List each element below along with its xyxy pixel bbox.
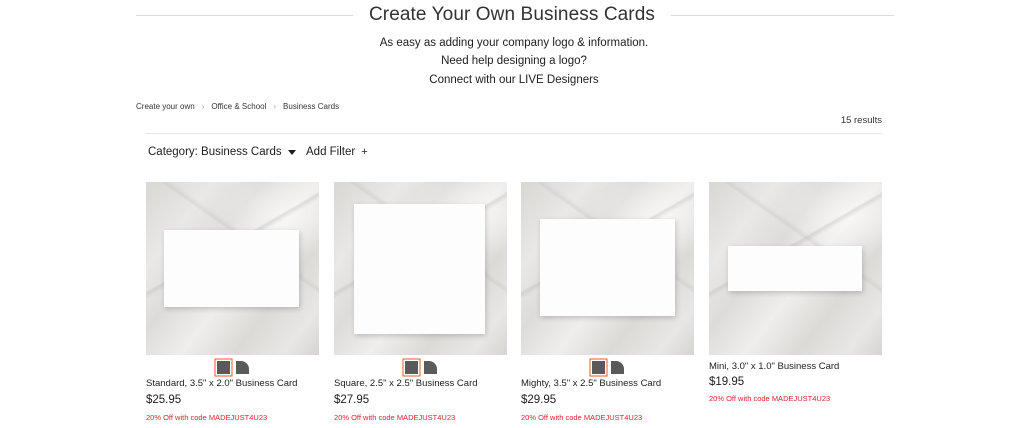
add-filter-button[interactable]: Add Filter +	[306, 146, 368, 158]
shape-swatches	[146, 359, 319, 376]
product-image[interactable]	[146, 182, 319, 355]
plus-icon: +	[361, 146, 368, 158]
page-title-text: Create Your Own Business Cards	[352, 4, 672, 25]
chevron-right-icon: ›	[273, 102, 277, 111]
promo-text: 20% Off with code MADEJUST4U23	[709, 394, 831, 403]
breadcrumb-item-create-your-own[interactable]: Create your own	[136, 102, 195, 111]
card-mockup	[540, 219, 675, 316]
product-price: $29.95	[521, 394, 557, 406]
card-mockup	[728, 246, 862, 291]
chevron-right-icon: ›	[201, 102, 205, 111]
product-price: $25.95	[146, 394, 182, 406]
product-price: $27.95	[334, 394, 370, 406]
product-tile-mighty[interactable]: Mighty, 3.5" x 2.5" Business Card $29.95…	[521, 182, 694, 423]
caret-down-icon	[287, 149, 296, 155]
rectangle-corner-swatch[interactable]	[404, 361, 418, 374]
product-tile-square[interactable]: Square, 2.5" x 2.5" Business Card $27.95…	[334, 182, 507, 423]
intro-line-2[interactable]: Need help designing a logo?	[0, 53, 1024, 69]
shape-swatches	[334, 359, 507, 376]
rounded-corner-swatch[interactable]	[235, 361, 249, 374]
filter-divider	[146, 133, 882, 134]
intro-line-1: As easy as adding your company logo & in…	[379, 37, 649, 49]
product-title[interactable]: Mini, 3.0" x 1.0" Business Card	[709, 360, 882, 373]
product-tile-standard[interactable]: Standard, 3.5" x 2.0" Business Card $25.…	[146, 182, 319, 423]
promo-text: 20% Off with code MADEJUST4U23	[334, 413, 456, 422]
promo-text: 20% Off with code MADEJUST4U23	[521, 413, 643, 422]
card-mockup	[164, 230, 299, 307]
results-count: 15 results	[840, 115, 882, 126]
breadcrumb-item-business-cards[interactable]: Business Cards	[283, 102, 339, 111]
product-tile-mini[interactable]: Mini, 3.0" x 1.0" Business Card $19.95 2…	[709, 182, 882, 404]
rectangle-corner-swatch[interactable]	[591, 361, 605, 374]
add-filter-label: Add Filter	[306, 146, 356, 158]
category-filter-label: Category: Business Cards	[148, 146, 282, 158]
promo-text: 20% Off with code MADEJUST4U23	[146, 413, 268, 422]
breadcrumb-item-office-school[interactable]: Office & School	[211, 102, 266, 111]
rounded-corner-swatch[interactable]	[423, 361, 437, 374]
product-image[interactable]	[709, 182, 882, 355]
rounded-corner-swatch[interactable]	[610, 361, 624, 374]
category-filter-dropdown[interactable]: Category: Business Cards	[148, 146, 296, 158]
product-title[interactable]: Standard, 3.5" x 2.0" Business Card	[146, 377, 319, 390]
breadcrumb: Create your own › Office & School › Busi…	[136, 102, 339, 111]
rectangle-corner-swatch[interactable]	[216, 361, 230, 374]
product-title[interactable]: Mighty, 3.5" x 2.5" Business Card	[521, 377, 694, 390]
product-price: $19.95	[709, 376, 745, 388]
intro-line-3[interactable]: Connect with our LIVE Designers	[0, 72, 1024, 88]
product-title[interactable]: Square, 2.5" x 2.5" Business Card	[334, 377, 507, 390]
shape-swatches	[521, 359, 694, 376]
product-image[interactable]	[334, 182, 507, 355]
card-mockup	[354, 204, 485, 334]
page-title: Create Your Own Business Cards	[0, 2, 1024, 28]
product-image[interactable]	[521, 182, 694, 355]
